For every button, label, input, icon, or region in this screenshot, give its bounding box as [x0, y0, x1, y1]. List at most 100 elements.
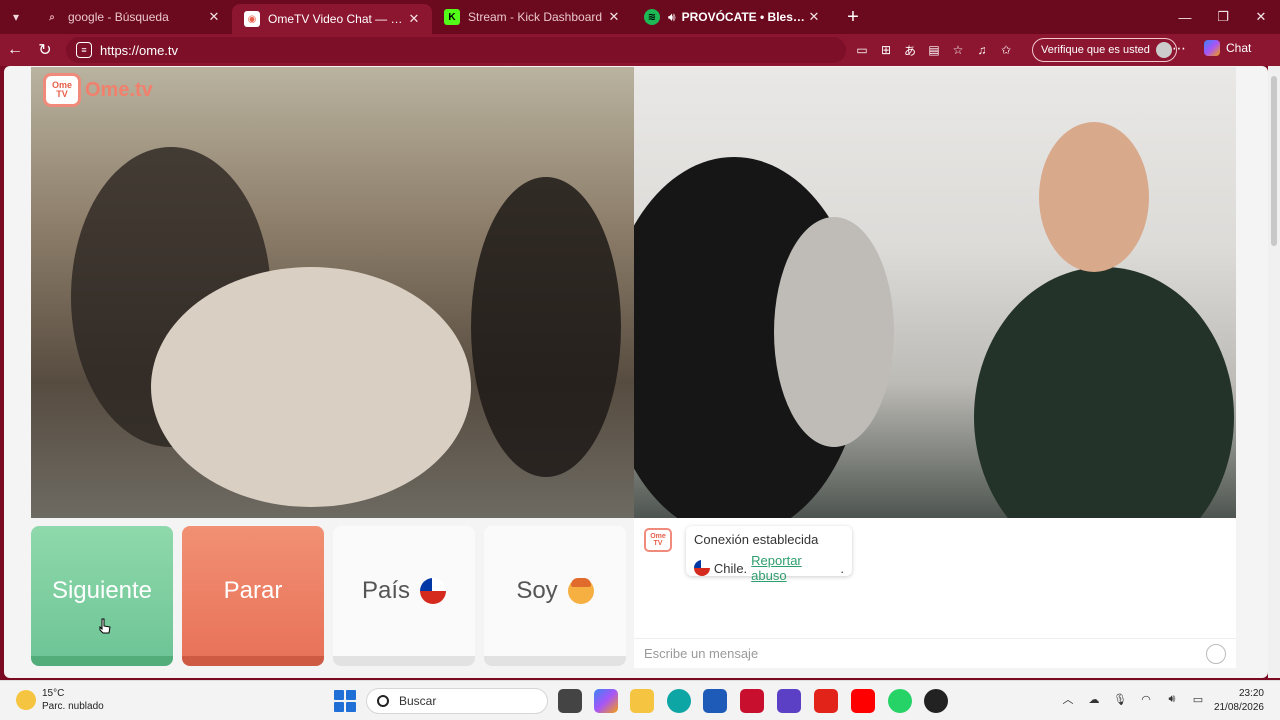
copilot-icon	[1204, 40, 1220, 56]
close-window-icon[interactable]: ✕	[1242, 0, 1280, 34]
weather-icon	[16, 690, 36, 710]
tab-bar: ▾ ⌕ google - Búsqueda ✕ ◉ OmeTV Video Ch…	[0, 0, 1280, 34]
copilot-label: Chat	[1226, 41, 1252, 55]
weather-desc: Parc. nublado	[42, 701, 104, 712]
ometv-bot-icon: Ome TV	[644, 528, 672, 552]
profile-verify-button[interactable]: Verifique que es usted	[1032, 38, 1177, 62]
connection-status: Conexión establecida	[694, 532, 819, 547]
favorites-icon[interactable]: ✩	[996, 40, 1016, 60]
omnibox-actions: ▭ ⊞ あ ▤ ☆ ♫ ✩	[852, 40, 1016, 60]
file-explorer-icon[interactable]	[630, 689, 654, 713]
clock-date: 21/08/2026	[1213, 702, 1264, 713]
site-info-icon[interactable]: ≡	[76, 42, 92, 58]
page-scrollbar[interactable]	[1268, 66, 1280, 678]
security-app-icon[interactable]	[777, 689, 801, 713]
close-icon[interactable]: ✕	[406, 11, 422, 27]
scrollbar-thumb[interactable]	[1271, 76, 1277, 246]
copilot-app-icon[interactable]	[594, 689, 618, 713]
logo-text: Ome.tv	[85, 78, 153, 101]
microphone-icon[interactable]: 🎙︎	[1112, 691, 1128, 707]
next-label: Siguiente	[51, 577, 153, 604]
lenovo-icon[interactable]	[814, 689, 838, 713]
tab-actions-menu[interactable]: ▾	[0, 0, 32, 34]
copilot-button[interactable]: Chat	[1204, 40, 1251, 56]
close-icon[interactable]: ✕	[606, 9, 622, 25]
window-controls: — ❐ ✕	[1166, 0, 1280, 34]
search-icon: ⌕	[49, 11, 55, 23]
country-label: País	[361, 577, 411, 604]
message-placeholder: Escribe un mensaje	[644, 646, 759, 661]
new-tab-button[interactable]: +	[838, 2, 868, 32]
chile-flag-icon	[420, 578, 447, 604]
kick-icon: K	[444, 9, 460, 25]
edge-browser-icon[interactable]	[667, 689, 691, 713]
message-input[interactable]: Escribe un mensaje	[634, 638, 1236, 668]
mcafee-icon[interactable]	[740, 689, 764, 713]
tab-spotify[interactable]: ≋ 🔊︎ PROVÓCATE • Blessd, Cris MJ, ✕	[632, 0, 832, 34]
clock[interactable]: 23:20 21/08/2026	[1212, 687, 1264, 715]
cloud-icon[interactable]: ☁	[1086, 691, 1102, 707]
task-view-icon[interactable]	[558, 689, 582, 713]
reader-icon[interactable]: ▤	[924, 40, 944, 60]
url-text: https://ome.tv	[100, 42, 179, 58]
apps-icon[interactable]: ⊞	[876, 40, 896, 60]
stop-button[interactable]: Parar	[182, 526, 324, 666]
back-button[interactable]: ←	[0, 35, 30, 65]
emoji-picker-icon[interactable]	[1206, 644, 1226, 664]
close-icon[interactable]: ✕	[206, 9, 222, 25]
favorite-star-icon[interactable]: ☆	[948, 40, 968, 60]
wifi-icon[interactable]: ◠	[1138, 691, 1154, 707]
verify-label: Verifique que es usted	[1041, 44, 1150, 56]
media-icon[interactable]: ♫	[972, 40, 992, 60]
remote-video	[634, 67, 1236, 518]
speaker-icon[interactable]: 🔊︎	[668, 10, 676, 25]
store-icon[interactable]	[703, 689, 727, 713]
chevron-up-icon[interactable]: ︿	[1060, 691, 1076, 707]
translate-icon[interactable]: あ	[900, 40, 920, 60]
tv-icon: Ome TV	[43, 73, 81, 107]
clock-time: 23:20	[1238, 688, 1264, 699]
local-video: Ome TV Ome.tv	[31, 67, 634, 518]
camera-icon[interactable]: ▭	[852, 40, 872, 60]
restore-icon[interactable]: ❐	[1204, 0, 1242, 34]
battery-icon[interactable]: ▭	[1190, 691, 1206, 707]
address-bar: ← ↻ ≡ https://ome.tv ▭ ⊞ あ ▤ ☆ ♫ ✩ Verif…	[0, 34, 1280, 66]
reload-button[interactable]: ↻	[30, 35, 60, 65]
tab-title: Stream - Kick Dashboard	[468, 10, 603, 24]
tab-title: OmeTV Video Chat — Omegle	[268, 12, 406, 26]
next-button[interactable]: Siguiente	[31, 526, 173, 666]
mouse-cursor-icon	[99, 618, 111, 634]
taskbar-search[interactable]: Buscar	[366, 688, 548, 714]
tab-ometv[interactable]: ◉ OmeTV Video Chat — Omegle ✕	[232, 4, 432, 34]
report-abuse-link[interactable]: Reportar abuso	[751, 553, 840, 583]
weather-widget[interactable]: 15°C Parc. nublado	[16, 687, 104, 713]
ometv-page: Ome TV Ome.tv Siguiente Parar País Soy O…	[4, 66, 1268, 678]
close-icon[interactable]: ✕	[806, 9, 822, 25]
more-menu-icon[interactable]: ⋯	[1172, 40, 1186, 57]
volume-icon[interactable]: 🔊︎	[1164, 691, 1180, 707]
gender-button[interactable]: Soy	[484, 526, 626, 666]
minimize-icon[interactable]: —	[1166, 0, 1204, 34]
gender-label: Soy	[516, 577, 558, 604]
youtube-icon[interactable]	[851, 689, 875, 713]
tab-title: PROVÓCATE • Blessd, Cris MJ,	[681, 10, 806, 24]
system-message: Conexión establecida Chile. Reportar abu…	[686, 526, 852, 583]
tab-title: google - Búsqueda	[68, 10, 169, 24]
taskbar: 15°C Parc. nublado Buscar ︿ ☁ 🎙︎ ◠ 🔊︎ ▭	[0, 680, 1280, 720]
windows-start-icon[interactable]	[334, 690, 356, 712]
country-button[interactable]: País	[333, 526, 475, 666]
ometv-icon: ◉	[244, 11, 260, 27]
partner-country: Chile.	[713, 560, 748, 576]
tab-kick[interactable]: K Stream - Kick Dashboard ✕	[432, 0, 632, 34]
chat-panel: Ome TV Conexión establecida Chile. Repor…	[634, 518, 1236, 668]
whatsapp-icon[interactable]	[888, 689, 912, 713]
stop-label: Parar	[223, 577, 283, 604]
url-field[interactable]: ≡ https://ome.tv	[66, 37, 846, 63]
report-suffix: .	[840, 560, 844, 576]
boy-emoji-icon	[567, 578, 594, 604]
search-label: Buscar	[399, 694, 437, 708]
obs-icon[interactable]	[924, 689, 948, 713]
search-icon	[377, 695, 389, 707]
tab-google[interactable]: ⌕ google - Búsqueda ✕	[32, 0, 232, 34]
chile-flag-icon	[694, 560, 710, 576]
